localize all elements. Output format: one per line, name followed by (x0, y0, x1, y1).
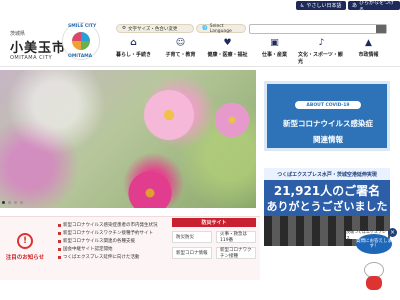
list-item[interactable]: つくばエクスプレス延伸に向けた活動 (58, 253, 170, 261)
add-hiragana-button[interactable]: あ ひらがなをつける (348, 0, 400, 13)
bullet-icon (58, 239, 61, 243)
notice-text: 国会中継サイト認定開始 (63, 247, 113, 252)
tx-thanks: ありがとうございました (266, 200, 388, 213)
hiragana-icon: あ (352, 3, 358, 9)
easy-japanese-button[interactable]: ♿ やさしい日本語 (296, 1, 346, 10)
bullet-icon (58, 231, 61, 235)
nav-item-label: 健康・医療・福祉 (207, 52, 248, 58)
slideshow-dots (2, 201, 23, 204)
font-color-button[interactable]: ⚙ 文字サイズ・色合い変更 (116, 24, 194, 33)
covid-line2: 関連情報 (313, 135, 343, 144)
bullet-icon (58, 255, 61, 259)
nav-item-label: 仕事・産業 (261, 52, 287, 58)
gear-icon: ⚙ (122, 26, 127, 31)
emblem-mark-icon (72, 32, 90, 50)
notice-list: 新型コロナウイルス感染症患者の市内発生状況 新型コロナウイルスワクチン接種予約サ… (58, 221, 170, 261)
health-icon: ♥ (223, 38, 232, 48)
notice-title-block: ! 注目のお知らせ (0, 222, 50, 272)
covid-info-banner[interactable]: ABOUT COVID-19 新型コロナウイルス感染症 関連情報 (264, 81, 390, 151)
slide-dot[interactable] (2, 201, 5, 204)
nav-item-culture[interactable]: ♪ 文化・スポーツ・観光 (298, 38, 345, 65)
hero-slideshow-image[interactable] (0, 70, 256, 208)
city-name[interactable]: 小美玉市 (10, 37, 66, 56)
nav-item-health[interactable]: ♥ 健康・医療・福祉 (204, 38, 251, 64)
chat-bubble[interactable]: 質問にお答えします！ (356, 234, 392, 254)
nav-item-living[interactable]: ⌂ 暮らし・手続き (110, 38, 157, 64)
work-icon: ▣ (270, 38, 279, 48)
cosmos-flower (212, 100, 252, 140)
covid-tag: ABOUT COVID-19 (295, 101, 361, 109)
cosmos-flower (125, 168, 175, 208)
notice-text: 新型コロナウイルスワクチン接種予約サイト (63, 231, 153, 236)
prefecture-label: 茨城県 (10, 31, 26, 37)
notice-text: 新型コロナウイルス関連の各種支援 (63, 239, 135, 244)
disaster-link[interactable]: 防災防災 (172, 231, 212, 243)
list-item[interactable]: 新型コロナウイルスワクチン接種予約サイト (58, 229, 170, 237)
notice-title: 注目のお知らせ (5, 255, 45, 261)
family-icon: ☺ (175, 38, 186, 48)
slide-dot[interactable] (8, 201, 11, 204)
vaccine-link[interactable]: 新型コロナワクチン接種 (216, 247, 256, 259)
page: 茨城県 小美玉市 OMITAMA CITY SMILE CITY OMITAMA… (0, 0, 400, 300)
nav-item-label: 暮らし・手続き (115, 52, 151, 58)
emergency-link[interactable]: 火事・救急は119番 (216, 231, 256, 243)
city-roman: OMITAMA CITY (10, 55, 53, 61)
covid-link[interactable]: 新型コロナ情報 (172, 247, 212, 259)
nav-item-label: 市政情報 (358, 52, 379, 58)
disaster-site-panel: 防災サイト 防災防災 火事・救急は119番 新型コロナ情報 新型コロナワクチン接… (172, 218, 256, 278)
disaster-site-title[interactable]: 防災サイト (172, 218, 256, 227)
emblem-text-top: SMILE CITY (68, 24, 97, 29)
select-language-button[interactable]: 🌐 Select Language (196, 23, 246, 34)
culture-icon: ♪ (318, 38, 325, 48)
main-nav: ⌂ 暮らし・手続き ☺ 子育て・教育 ♥ 健康・医療・福祉 ▣ 仕事・産業 ♪ … (110, 38, 392, 65)
accessibility-icon: ♿ (300, 2, 305, 9)
easy-japanese-label: やさしい日本語 (306, 3, 342, 9)
home-icon: ⌂ (130, 38, 137, 48)
covid-line1: 新型コロナウイルス感染症 (283, 119, 373, 128)
notice-text: つくばエクスプレス延伸に向けた活動 (63, 255, 140, 260)
tx-count: 21,921人のご署名 (273, 184, 381, 198)
nav-item-label: 文化・スポーツ・観光 (298, 52, 343, 65)
bullet-icon (58, 223, 61, 227)
add-hiragana-label: ひらがなをつける (359, 0, 395, 13)
nav-item-cityhall[interactable]: ▲ 市政情報 (345, 38, 392, 64)
select-language-label: Select Language (209, 23, 232, 34)
list-item[interactable]: 国会中継サイト認定開始 (58, 245, 170, 253)
chat-close-button[interactable]: × (388, 228, 397, 237)
city-emblem-logo[interactable]: SMILE CITY OMITAMA (62, 22, 100, 60)
nav-item-childcare[interactable]: ☺ 子育て・教育 (157, 38, 204, 64)
bullet-icon (58, 247, 61, 251)
alert-icon: ! (17, 233, 33, 249)
list-item[interactable]: 新型コロナウイルス関連の各種支援 (58, 237, 170, 245)
tx-header: つくばエクスプレス水戸・茨城空港延伸実現 (264, 168, 390, 180)
font-color-label: 文字サイズ・色合い変更 (128, 26, 178, 32)
cosmos-flower (140, 86, 198, 144)
nav-divider (0, 66, 400, 67)
search-input[interactable] (249, 24, 387, 34)
nav-item-work[interactable]: ▣ 仕事・産業 (251, 38, 298, 64)
mascot-avatar[interactable] (360, 262, 388, 292)
emblem-text-bottom: OMITAMA (68, 54, 93, 59)
search-button[interactable] (376, 25, 386, 33)
slide-dot[interactable] (20, 201, 23, 204)
slide-dot[interactable] (14, 201, 17, 204)
globe-icon: 🌐 (202, 26, 208, 31)
cityhall-icon: ▲ (365, 38, 372, 48)
list-item[interactable]: 新型コロナウイルス感染症患者の市内発生状況 (58, 221, 170, 229)
notice-text: 新型コロナウイルス感染症患者の市内発生状況 (63, 223, 158, 228)
mascot-body (366, 276, 382, 290)
nav-item-label: 子育て・教育 (165, 52, 196, 58)
